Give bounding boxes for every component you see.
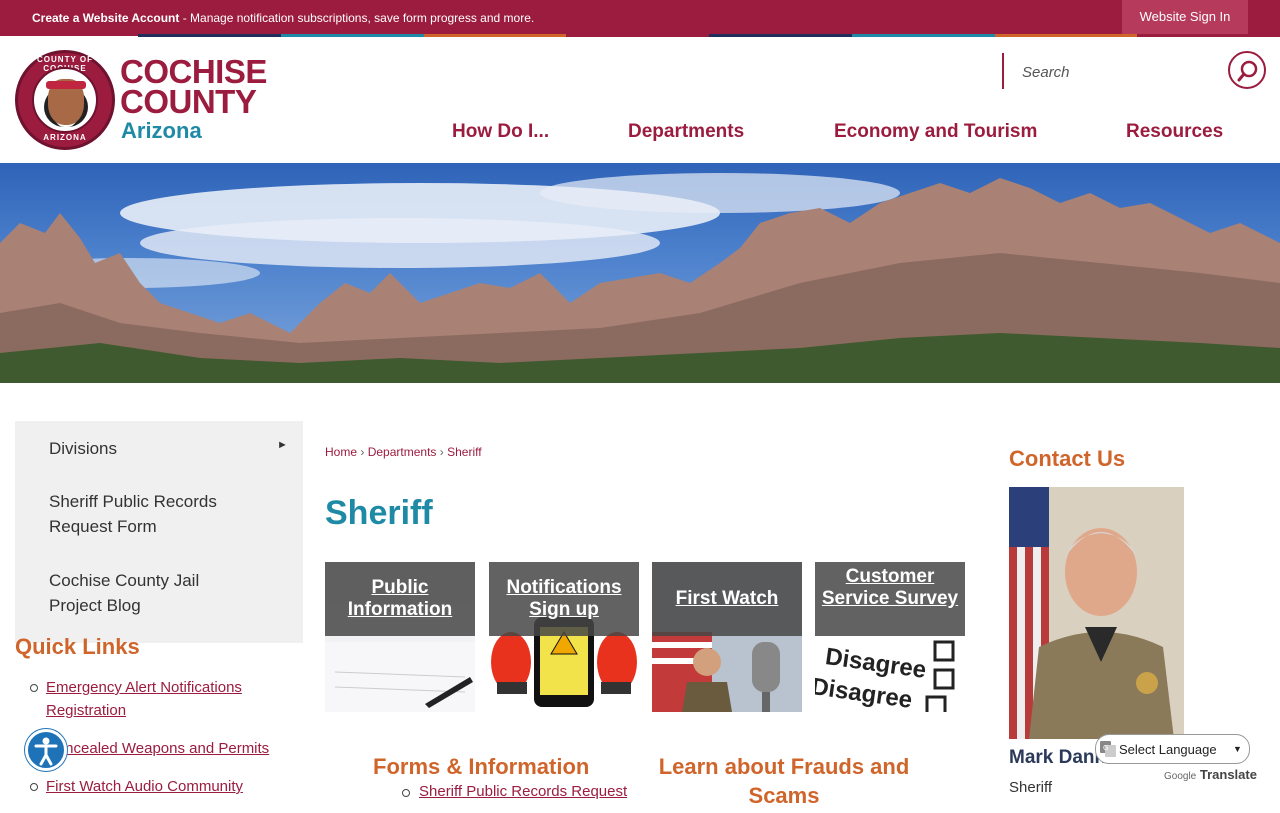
google-wordmark: Google xyxy=(1164,771,1197,782)
powered-by-google-translate[interactable]: Google Translate xyxy=(1164,767,1257,782)
quick-links-list: Emergency Alert Notifications Registrati… xyxy=(28,676,298,813)
accessibility-icon xyxy=(34,737,58,766)
website-sign-in-button[interactable]: Website Sign In xyxy=(1122,0,1248,34)
google-translate-icon: G xyxy=(1100,741,1116,757)
top-utility-bar: Create a Website Account - Manage notifi… xyxy=(0,0,1280,36)
account-description: - Manage notification subscriptions, sav… xyxy=(179,11,535,25)
tile-customer-survey[interactable]: Disagree Disagree Customer Service Surve… xyxy=(815,562,965,712)
sheriff-role: Sheriff xyxy=(1009,779,1053,796)
tile-first-watch[interactable]: First Watch xyxy=(652,562,802,712)
search-icon xyxy=(1237,60,1258,82)
search-button[interactable] xyxy=(1228,51,1266,89)
forms-information-heading: Forms & Information xyxy=(373,754,590,779)
list-item[interactable]: Concealed Weapons and Permits xyxy=(28,737,298,760)
breadcrumb-home[interactable]: Home xyxy=(325,445,357,459)
nav-item-how-do-i[interactable]: How Do I... xyxy=(452,121,549,143)
language-select[interactable]: G Select Language ▼ xyxy=(1095,734,1250,764)
quick-link-first-watch[interactable]: First Watch Audio Community xyxy=(46,778,243,795)
forms-link-public-records[interactable]: Sheriff Public Records Request xyxy=(402,783,627,800)
tile-label[interactable]: First Watch xyxy=(652,588,802,610)
tile-public-information[interactable]: Public Information xyxy=(325,562,475,712)
list-item[interactable]: Emergency Alert Notifications Registrati… xyxy=(28,676,298,722)
hero-banner-image xyxy=(0,163,1280,383)
breadcrumb-departments[interactable]: Departments xyxy=(368,445,437,459)
nav-item-resources[interactable]: Resources xyxy=(1126,121,1223,143)
create-account-link[interactable]: Create a Website Account xyxy=(32,11,179,25)
forms-list: Sheriff Public Records Request xyxy=(402,783,627,800)
accessibility-button[interactable] xyxy=(25,729,67,771)
quick-links-title: Quick Links xyxy=(15,634,140,659)
sidebar-nav: Divisions ► Sheriff Public Records Reque… xyxy=(15,421,303,643)
quick-link-concealed-weapons[interactable]: Concealed Weapons and Permits xyxy=(46,740,269,757)
main-navigation: How Do I... Departments Economy and Tour… xyxy=(0,117,1280,147)
tile-label[interactable]: Customer Service Survey xyxy=(815,566,965,610)
nav-item-economy-tourism[interactable]: Economy and Tourism xyxy=(834,121,1037,143)
quick-link-emergency-alerts[interactable]: Emergency Alert Notifications Registrati… xyxy=(46,679,242,719)
sidebar-item-jail-blog[interactable]: Cochise County Jail Project Blog xyxy=(49,568,249,618)
contact-us-heading: Contact Us xyxy=(1009,446,1126,471)
search-box xyxy=(1002,53,1212,89)
chevron-down-icon: ▼ xyxy=(1233,744,1242,754)
sidebar-item-divisions[interactable]: Divisions xyxy=(49,436,117,461)
sheriff-portrait-image xyxy=(1009,487,1184,739)
tile-label[interactable]: Public Information xyxy=(325,577,475,621)
page-title: Sheriff xyxy=(325,494,433,532)
breadcrumb-sheriff[interactable]: Sheriff xyxy=(447,445,481,459)
search-input[interactable] xyxy=(1022,61,1202,83)
submenu-arrow-icon[interactable]: ► xyxy=(277,439,288,451)
frauds-scams-heading: Learn about Frauds and Scams xyxy=(658,754,910,808)
brand-name-line2[interactable]: COUNTY xyxy=(120,85,257,118)
sidebar-item-public-records[interactable]: Sheriff Public Records Request Form xyxy=(49,489,249,539)
account-message: Create a Website Account - Manage notifi… xyxy=(32,11,534,25)
tile-notifications-signup[interactable]: Notifications Sign up xyxy=(489,562,639,712)
rock-formations xyxy=(0,178,1280,383)
site-header: COUNTY OF COCHISE ARIZONA COCHISE COUNTY… xyxy=(0,37,1280,163)
sheriff-photo xyxy=(1009,487,1184,739)
language-select-label: Select Language xyxy=(1119,742,1217,757)
nav-item-departments[interactable]: Departments xyxy=(628,121,744,143)
breadcrumb: Home › Departments › Sheriff xyxy=(325,445,482,459)
tile-label[interactable]: Notifications Sign up xyxy=(489,577,639,621)
translate-label: Translate xyxy=(1199,767,1257,782)
svg-text:G: G xyxy=(1103,744,1108,752)
list-item[interactable]: First Watch Audio Community xyxy=(28,775,298,798)
